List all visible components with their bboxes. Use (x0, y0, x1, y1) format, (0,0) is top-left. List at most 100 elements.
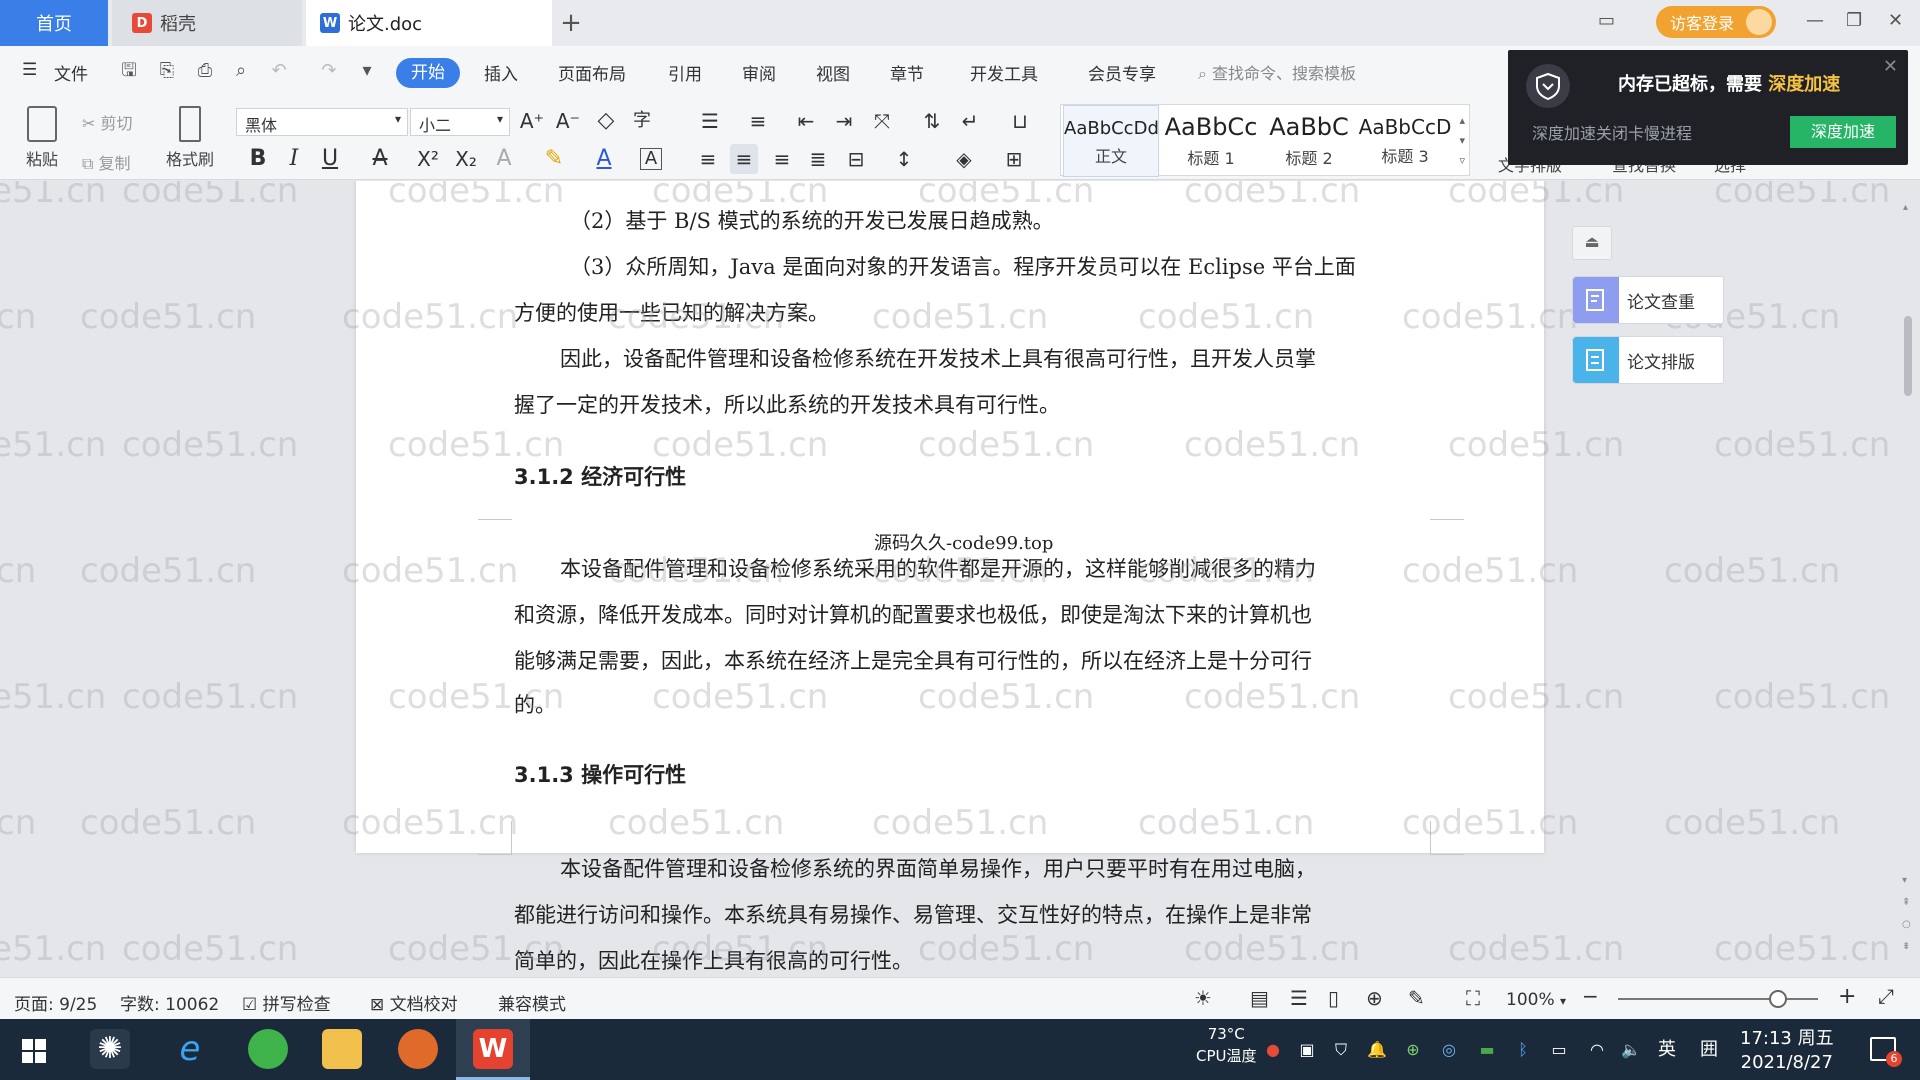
tray-network-app-icon[interactable]: ▣ (1296, 1039, 1318, 1061)
strikethrough-icon[interactable]: A (366, 144, 394, 174)
export-icon[interactable]: ⎘ (156, 60, 178, 82)
wps-taskbar-item[interactable]: W (456, 1019, 530, 1080)
distributed-icon[interactable]: ⊟ (842, 144, 870, 174)
menu-member[interactable]: 会员专享 (1088, 60, 1156, 85)
borders-icon[interactable]: ⊞ (1000, 144, 1028, 174)
format-painter-button[interactable]: 格式刷 (160, 106, 220, 170)
text-effect-icon[interactable]: A (490, 144, 518, 174)
doc-proof-button[interactable]: ⊠ 文档校对 (370, 990, 458, 1015)
page-view-icon[interactable]: ▤ (1250, 986, 1269, 1010)
align-left-icon[interactable]: ≡ (694, 144, 722, 174)
fit-page-icon[interactable]: ⛶ (1466, 986, 1480, 1010)
ime-indicator[interactable]: 英 (1656, 1039, 1678, 1061)
style-heading-3[interactable]: AaBbCcD 标题 3 (1357, 105, 1453, 177)
internet-explorer-icon[interactable]: e (170, 1029, 210, 1069)
styles-scroll-icon[interactable]: ▴ ▾ ▿ (1459, 111, 1465, 171)
line-spacing-icon[interactable]: ↕ (890, 144, 918, 174)
numbered-list-icon[interactable]: ≡ (744, 106, 772, 136)
bold-icon[interactable]: B (244, 144, 272, 174)
outline-view-icon[interactable]: ☰ (1290, 986, 1308, 1010)
close-icon[interactable]: ✕ (1883, 56, 1898, 77)
cpu-temperature[interactable]: 73°C CPU温度 (1196, 1023, 1257, 1067)
system-clock[interactable]: 17:13 周五 2021/8/27 (1740, 1027, 1834, 1075)
menu-references[interactable]: 引用 (668, 60, 702, 85)
paper-layout-button[interactable]: 论文排版 (1572, 336, 1724, 384)
undo-icon[interactable]: ↶ (268, 60, 290, 82)
grow-font-icon[interactable]: A⁺ (518, 106, 546, 136)
word-count[interactable]: 字数: 10062 (120, 990, 219, 1015)
file-explorer-icon[interactable] (322, 1029, 362, 1069)
highlight-icon[interactable]: ✎ (540, 144, 568, 174)
tab-stops-icon[interactable]: ⊔ (1006, 106, 1034, 136)
visitor-login-button[interactable]: 访客登录 (1656, 6, 1776, 38)
paste-button[interactable]: 粘贴 (16, 106, 68, 170)
print-preview-icon[interactable]: ⌕ (230, 60, 252, 82)
paper-check-button[interactable]: 论文查重 (1572, 276, 1724, 324)
shrink-font-icon[interactable]: A⁻ (554, 106, 582, 136)
style-heading-2[interactable]: AaBbC 标题 2 (1261, 105, 1357, 177)
chinese-layout-icon[interactable]: ⤧ (868, 106, 896, 136)
tray-chat-icon[interactable]: ◎ (1438, 1039, 1460, 1061)
zoom-out-icon[interactable]: − (1582, 984, 1599, 1008)
bluetooth-icon[interactable]: ᛒ (1512, 1039, 1534, 1061)
zoom-in-icon[interactable]: + (1838, 984, 1856, 1009)
customize-dropdown-icon[interactable]: ▾ (356, 60, 378, 82)
character-border-icon[interactable]: A (640, 148, 662, 170)
command-search[interactable]: ⌕ 查找命令、搜索模板 (1198, 60, 1356, 84)
underline-icon[interactable]: U (316, 144, 344, 174)
cut-button[interactable]: ✂ 剪切 (82, 110, 133, 134)
menu-developer[interactable]: 开发工具 (970, 60, 1038, 85)
page-nav-icons[interactable]: ▾ ⇞ ○ ⇟ (1902, 870, 1911, 958)
new-tab-button[interactable]: + (556, 8, 586, 38)
menu-file[interactable]: 文件 (54, 60, 88, 85)
save-icon[interactable]: 🖫 (118, 60, 140, 82)
font-color-icon[interactable]: A (590, 144, 618, 174)
zoom-slider-track[interactable] (1618, 990, 1818, 1008)
pen-icon[interactable]: ✎ (1408, 986, 1425, 1010)
action-center-icon[interactable]: 6 (1870, 1037, 1902, 1067)
print-icon[interactable]: ⎙ (194, 60, 216, 82)
panel-collapse-button[interactable]: ⏏ (1572, 226, 1612, 260)
align-right-icon[interactable]: ≡ (768, 144, 796, 174)
style-normal[interactable]: AaBbCcDd 正文 (1063, 105, 1159, 177)
reading-view-icon[interactable]: ▯ (1328, 986, 1339, 1010)
zoom-select[interactable]: 100% ▾ (1506, 990, 1566, 1010)
shading-icon[interactable]: ◈ (950, 144, 978, 174)
pinwheel-app-icon[interactable]: ✺ (90, 1029, 130, 1069)
menu-chapter[interactable]: 章节 (890, 60, 924, 85)
minimize-icon[interactable]: — (1806, 10, 1824, 31)
close-icon[interactable]: ✕ (1888, 10, 1903, 31)
tray-plus-icon[interactable]: ⊕ (1402, 1039, 1424, 1061)
zoom-slider-knob[interactable] (1769, 990, 1787, 1008)
window-layout-icon[interactable]: ▭ (1598, 10, 1615, 31)
show-marks-icon[interactable]: ↵ (956, 106, 984, 136)
shield-icon[interactable]: ⛉ (1330, 1039, 1352, 1061)
tab-document[interactable]: W 论文.doc (306, 0, 552, 46)
menu-insert[interactable]: 插入 (484, 60, 518, 85)
redo-icon[interactable]: ↷ (318, 60, 340, 82)
superscript-icon[interactable]: X² (414, 144, 442, 174)
menu-home-tab[interactable]: 开始 (396, 58, 460, 88)
monkey-app-icon[interactable] (398, 1029, 438, 1069)
spell-check-button[interactable]: ☑ 拼写检查 (242, 990, 331, 1015)
increase-indent-icon[interactable]: ⇥ (830, 106, 858, 136)
italic-icon[interactable]: I (280, 144, 308, 174)
clear-format-icon[interactable]: ◇ (592, 106, 620, 136)
windows-start-icon[interactable] (22, 1039, 46, 1063)
style-heading-1[interactable]: AaBbCc 标题 1 (1163, 105, 1259, 177)
justify-icon[interactable]: ≣ (804, 144, 832, 174)
hamburger-icon[interactable]: ☰ (22, 60, 37, 80)
copy-button[interactable]: ⧉ 复制 (82, 150, 131, 174)
browser-360-icon[interactable] (248, 1029, 288, 1069)
wifi-icon[interactable]: ◠ (1586, 1039, 1608, 1061)
deep-accelerate-button[interactable]: 深度加速 (1790, 116, 1896, 148)
menu-page-layout[interactable]: 页面布局 (558, 60, 626, 85)
align-center-icon[interactable]: ≡ (730, 144, 758, 174)
web-view-icon[interactable]: ⊕ (1366, 986, 1383, 1010)
document-page[interactable]: （2）基于 B/S 模式的系统的开发已发展日趋成熟。 （3）众所周知，Java … (356, 181, 1544, 853)
keyboard-layout-icon[interactable]: 囲 (1698, 1039, 1720, 1061)
vertical-scrollbar[interactable]: ▴ ▾ ⇞ ○ ⇟ (1900, 200, 1916, 970)
fullscreen-icon[interactable]: ⤢ (1878, 984, 1894, 1008)
restore-icon[interactable]: ❐ (1846, 10, 1862, 31)
battery-icon[interactable]: ▭ (1548, 1039, 1570, 1061)
